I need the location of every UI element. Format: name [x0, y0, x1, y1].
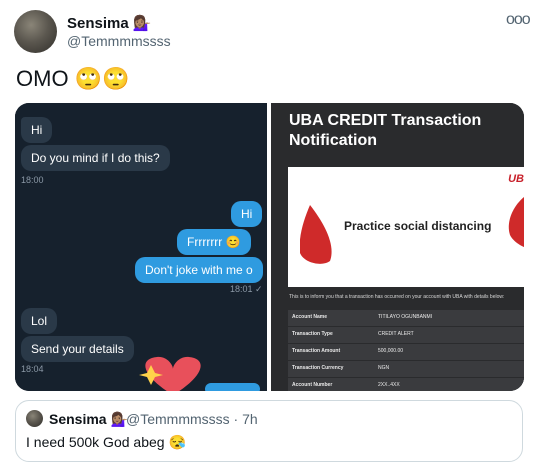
chat-screenshot[interactable]: Hi Do you mind if I do this? 18:00 Hi Fr… [15, 103, 267, 391]
chat-timestamp: 18:01 ✓ [230, 284, 263, 294]
author-display-name[interactable]: Sensima 💁🏽‍♀️ [67, 14, 152, 32]
author-handle[interactable]: @Temmmmssss [67, 33, 171, 49]
author-name-emoji: 💁🏽‍♀️ [132, 15, 152, 32]
chat-message-in: Send your details [21, 336, 134, 362]
alert-title: UBA CREDIT Transaction Notification [289, 112, 482, 149]
chat-timestamp: 18:00 [21, 175, 44, 185]
chat-message-out: Hi [231, 201, 263, 227]
row-label: Transaction Amount [292, 348, 341, 354]
row-value: NGN [378, 365, 390, 371]
chat-message-out: Frrrrrrr 😊 [177, 229, 251, 255]
red-shape-right-icon [508, 197, 524, 247]
chat-message-out: Don't joke with me o [135, 257, 263, 283]
chat-message-in: Do you mind if I do this? [21, 145, 170, 171]
author-name-text[interactable]: Sensima [67, 15, 129, 32]
quoted-tweet[interactable]: Sensima 💁🏽‍♀️ @Temmmmssss · 7h I need 50… [15, 400, 523, 462]
chat-message-out-partial [205, 383, 260, 391]
tweet-text: OMO 🙄🙄 [16, 66, 130, 91]
row-value: 2XX..4XX [378, 382, 400, 388]
table-row: Account Number 2XX..4XX [288, 377, 524, 391]
quoted-author-avatar [26, 410, 43, 427]
row-value: 500,000.00 [378, 348, 404, 354]
quoted-author-handle-time: @Temmmmssss · 7h [126, 411, 258, 427]
uba-logo: UB [508, 173, 524, 185]
promo-banner: Practice social distancing UB [288, 167, 524, 287]
chat-timestamp: 18:04 [21, 364, 44, 374]
bank-alert-screenshot[interactable]: UBA CREDIT Transaction Notification Prac… [271, 103, 524, 391]
row-label: Account Name [292, 314, 328, 320]
quoted-tweet-text: I need 500k God abeg 😪 [26, 434, 186, 450]
banner-text: Practice social distancing [344, 219, 492, 233]
row-label: Transaction Currency [292, 365, 344, 371]
quoted-author-name-text: Sensima [49, 411, 107, 427]
chat-message-in: Hi [21, 117, 53, 143]
heart-sticker-icon [139, 356, 201, 391]
author-avatar[interactable] [14, 10, 57, 53]
tweet-media[interactable]: Hi Do you mind if I do this? 18:00 Hi Fr… [15, 103, 524, 391]
chat-message-in: Lol [21, 308, 58, 334]
more-options-icon[interactable]: ooo [506, 11, 531, 29]
red-shape-left-icon [300, 205, 332, 264]
row-value: CREDIT ALERT [378, 331, 414, 337]
alert-info-text: This is to inform you that a transaction… [289, 294, 505, 300]
table-row: Account Name TITILAYO OGUNBANMI [288, 309, 524, 326]
row-label: Account Number [292, 382, 333, 388]
row-value: TITILAYO OGUNBANMI [378, 314, 433, 320]
table-row: Transaction Currency NGN [288, 360, 524, 377]
table-row: Transaction Type CREDIT ALERT [288, 326, 524, 343]
quoted-author-name: Sensima 💁🏽‍♀️ [49, 411, 128, 428]
table-row: Transaction Amount 500,000.00 [288, 343, 524, 360]
row-label: Transaction Type [292, 331, 333, 337]
